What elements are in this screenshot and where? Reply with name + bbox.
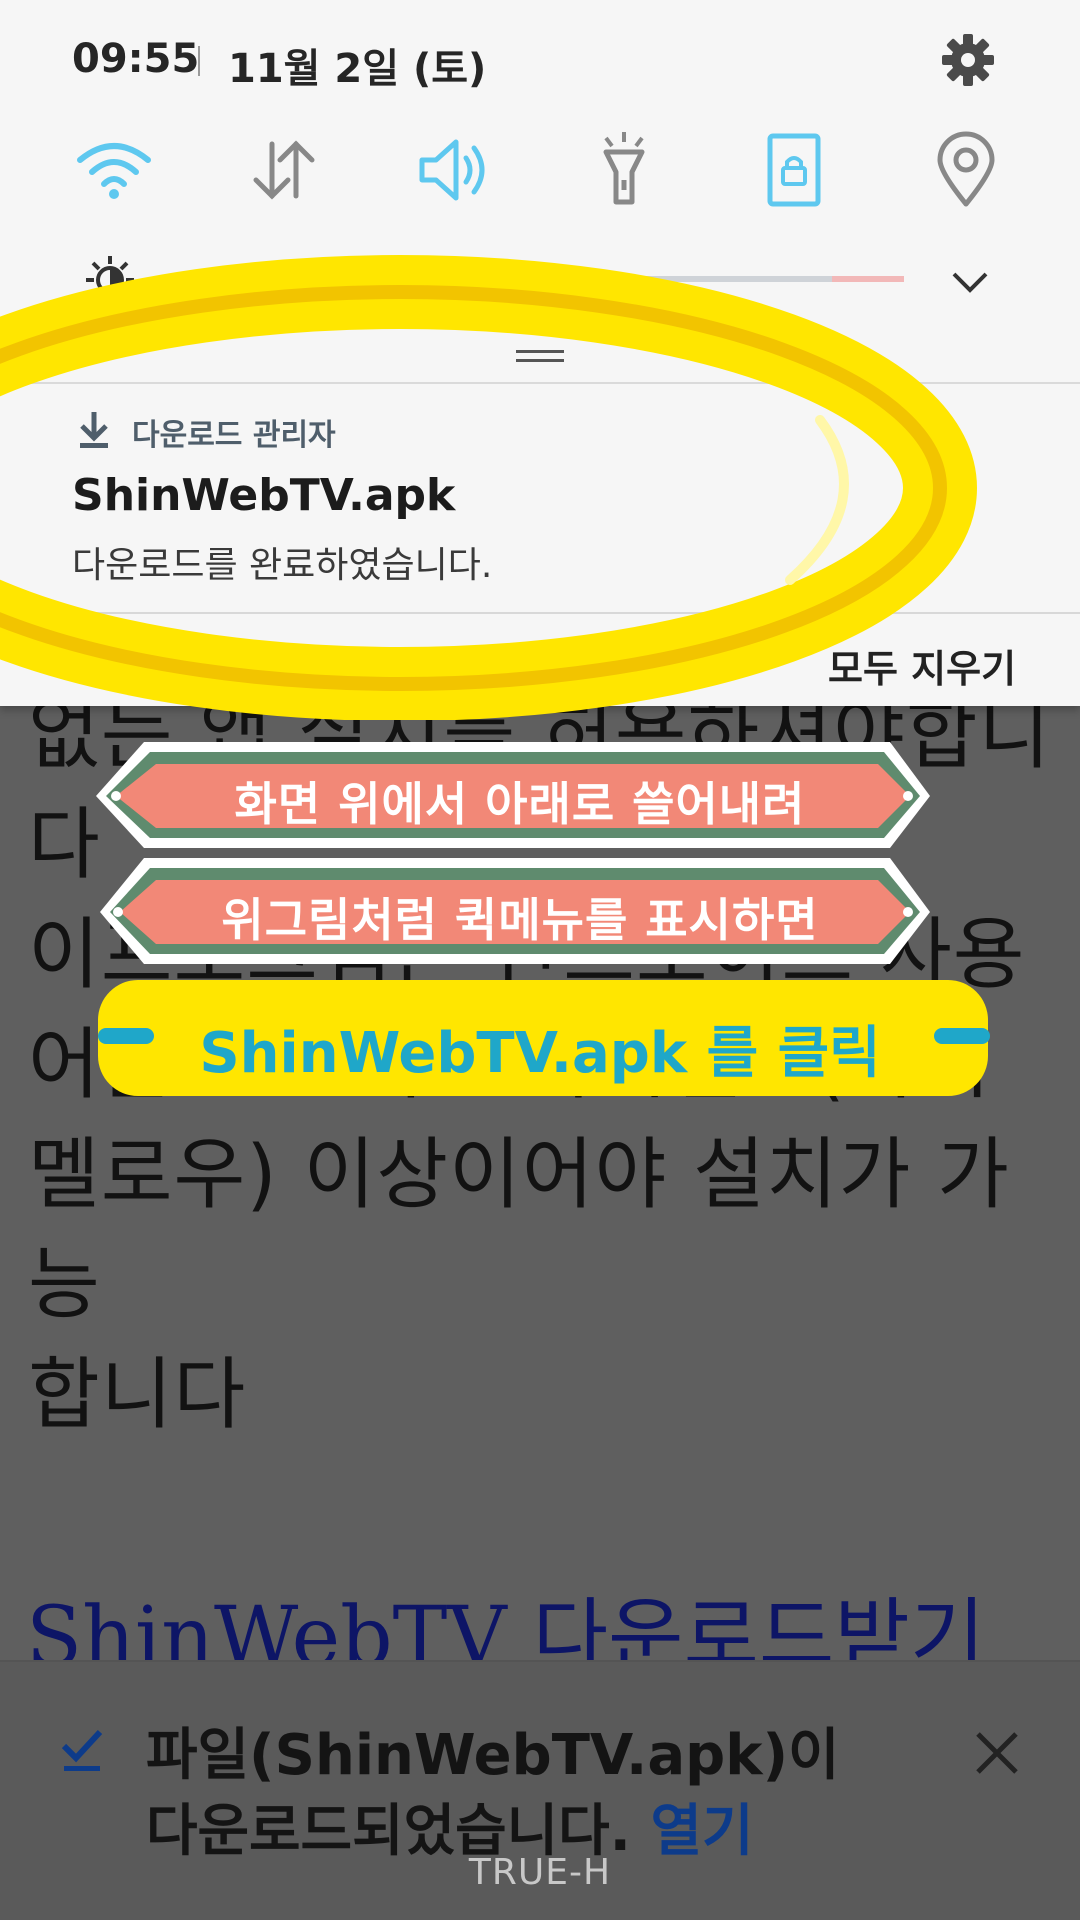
shade-handle[interactable] <box>516 350 564 364</box>
brightness-icon <box>86 256 134 304</box>
download-done-icon <box>61 1729 103 1771</box>
wifi-icon[interactable] <box>74 130 154 210</box>
sound-icon[interactable] <box>414 130 494 210</box>
notification-text[interactable]: 다운로드를 완료하였습니다. <box>72 536 492 588</box>
brightness-slider-warning-range <box>832 276 904 282</box>
clear-all-button[interactable]: 모두 지우기 <box>828 638 1016 693</box>
brightness-slider-fill <box>178 276 440 282</box>
screen-rotation-lock-icon[interactable] <box>754 130 834 210</box>
mobile-data-icon[interactable] <box>244 130 324 210</box>
download-icon <box>80 412 108 448</box>
instruction-banner-1: 화면 위에서 아래로 쓸어내려 <box>234 777 806 831</box>
brightness-slider-thumb[interactable] <box>418 258 461 300</box>
instruction-callout: ShinWebTV.apk 를 클릭 <box>199 1021 881 1086</box>
download-message: 파일(ShinWebTV.apk)이 다운로드되었습니다. 열기 <box>146 1718 906 1870</box>
brightness-slider[interactable] <box>178 258 904 300</box>
notification-app-name: 다운로드 관리자 <box>132 418 336 453</box>
status-divider <box>198 46 200 76</box>
divider <box>0 382 1080 384</box>
status-date: 11월 2일 (토) <box>228 46 487 92</box>
location-icon[interactable] <box>926 130 1006 210</box>
instruction-banner-2: 위그림처럼 퀵메뉴를 표시하면 <box>221 893 819 947</box>
notification-settings-button[interactable]: 설정 <box>600 638 670 693</box>
status-time: 09:55 <box>72 36 200 82</box>
gear-icon[interactable] <box>940 32 996 88</box>
watermark: TRUE-H <box>468 1852 612 1893</box>
chevron-down-icon[interactable] <box>950 266 990 296</box>
divider <box>0 612 1080 614</box>
notification-title[interactable]: ShinWebTV.apk <box>72 470 455 521</box>
flashlight-icon[interactable] <box>584 130 664 210</box>
notification-shade: 09:55 11월 2일 (토) 다운로드 관리자 ShinWebTV.apk … <box>0 0 1080 706</box>
close-icon[interactable] <box>972 1728 1022 1778</box>
